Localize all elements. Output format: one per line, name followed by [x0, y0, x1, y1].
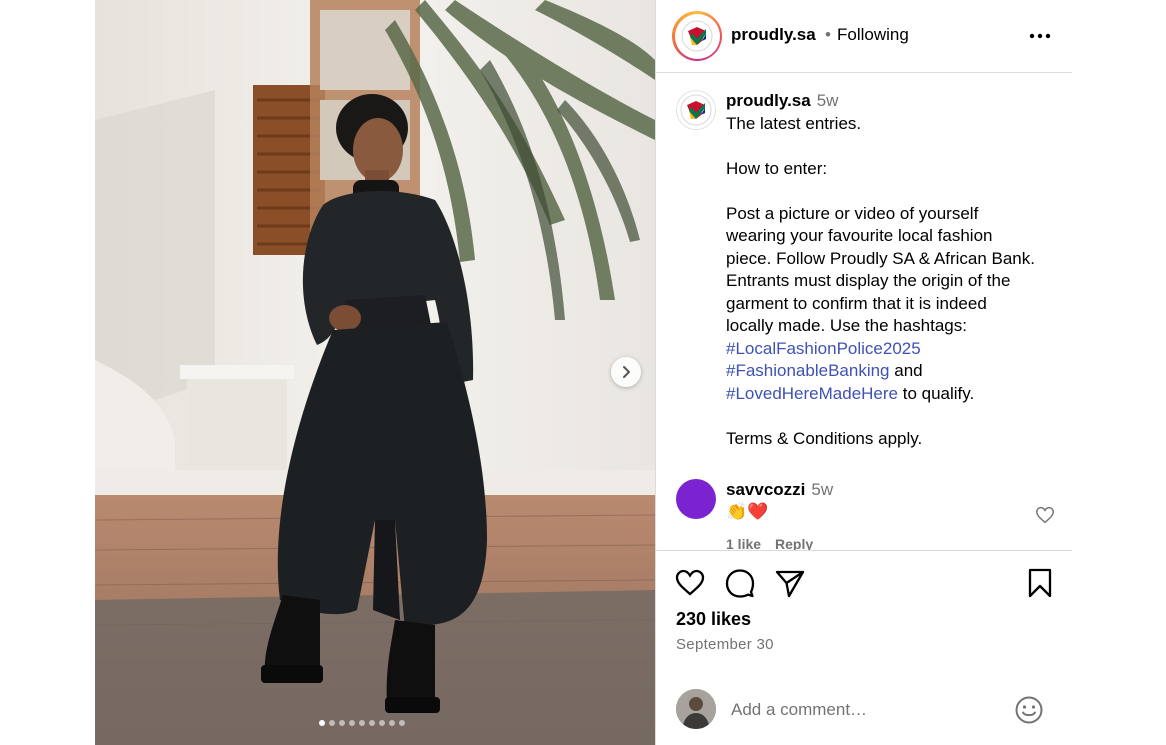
carousel-dot	[359, 720, 365, 726]
caption-author-avatar[interactable]	[676, 90, 716, 130]
emoji-icon[interactable]	[1014, 695, 1044, 725]
carousel-dot	[339, 720, 345, 726]
post-actions: 230 likes September 30	[656, 550, 1072, 745]
caption-line: Entrants must display the origin of the	[726, 271, 1011, 290]
comments-section[interactable]: proudly.sa 5w The latest entries. How to …	[656, 74, 1072, 550]
carousel-dot	[389, 720, 395, 726]
comment-input[interactable]	[731, 697, 1001, 723]
comment: savvcozzi 5w 👏❤️	[726, 479, 1026, 523]
caption-line: locally made. Use the hashtags:	[726, 316, 967, 335]
post-caption: proudly.sa 5w The latest entries. How to …	[726, 90, 1066, 450]
post-media[interactable]	[95, 0, 655, 745]
comment-age[interactable]: 5w	[811, 480, 833, 499]
author-avatar[interactable]	[672, 11, 722, 61]
proudly-sa-logo-mark	[681, 20, 713, 52]
proudly-sa-logo	[674, 13, 720, 59]
caption-text: to qualify.	[898, 383, 975, 403]
caption-line: How to enter:	[726, 158, 828, 178]
post-photo	[95, 0, 655, 745]
likes-count[interactable]: 230 likes	[676, 609, 751, 630]
current-user-avatar	[676, 689, 716, 729]
caption-line: The latest entries.	[726, 113, 862, 133]
carousel-dot	[399, 720, 405, 726]
comment-likes-count[interactable]: 1 like	[726, 536, 761, 550]
caption-terms: Terms & Conditions apply.	[726, 428, 923, 448]
caption-line: piece. Follow Proudly SA & African Bank.	[726, 248, 1035, 268]
post-header: proudly.sa • Following	[656, 0, 1072, 73]
hashtag-link[interactable]: #FashionableBanking	[726, 361, 890, 380]
carousel-dot	[319, 720, 325, 726]
caption-line: wearing your favourite local fashion	[726, 226, 993, 245]
comment-reply-button[interactable]: Reply	[775, 536, 813, 550]
carousel-dot	[349, 720, 355, 726]
share-icon[interactable]	[774, 567, 806, 599]
caption-line	[726, 180, 1066, 203]
commenter-username[interactable]: savvcozzi	[726, 480, 805, 499]
heart-icon[interactable]	[1034, 504, 1056, 526]
comment-icon[interactable]	[724, 567, 756, 599]
caption-text: and	[889, 361, 923, 380]
caption-age[interactable]: 5w	[817, 91, 839, 110]
hashtag-link[interactable]: #LocalFashionPolice2025	[726, 339, 921, 358]
bookmark-icon[interactable]	[1024, 567, 1056, 599]
caption-username[interactable]: proudly.sa	[726, 91, 811, 110]
commenter-avatar[interactable]	[676, 479, 716, 519]
caption-line	[726, 405, 1066, 428]
add-comment-bar	[656, 671, 1072, 745]
comment-meta: 1 like Reply	[726, 536, 813, 550]
carousel-dot	[369, 720, 375, 726]
carousel-dot	[329, 720, 335, 726]
caption-line: Post a picture or video of yourself	[726, 203, 979, 223]
carousel-indicator	[319, 720, 405, 726]
author-username[interactable]: proudly.sa	[731, 25, 816, 45]
chevron-right-icon	[623, 366, 630, 378]
caption-line: garment to confirm that it is indeed	[726, 293, 987, 313]
heart-icon[interactable]	[674, 567, 706, 599]
carousel-dot	[379, 720, 385, 726]
follow-status-button[interactable]: Following	[837, 25, 909, 45]
proudly-sa-logo-mark	[680, 94, 712, 126]
hashtag-link[interactable]: #LovedHereMadeHere	[726, 384, 898, 403]
post-side-panel: proudly.sa • Following proudly.sa 5w The …	[655, 0, 1072, 745]
next-slide-button[interactable]	[611, 357, 641, 387]
post-date[interactable]: September 30	[676, 636, 774, 653]
caption-line	[726, 135, 1066, 158]
comment-text: 👏❤️	[726, 502, 769, 521]
separator-dot: •	[825, 25, 831, 44]
more-options-icon[interactable]	[1028, 26, 1052, 46]
